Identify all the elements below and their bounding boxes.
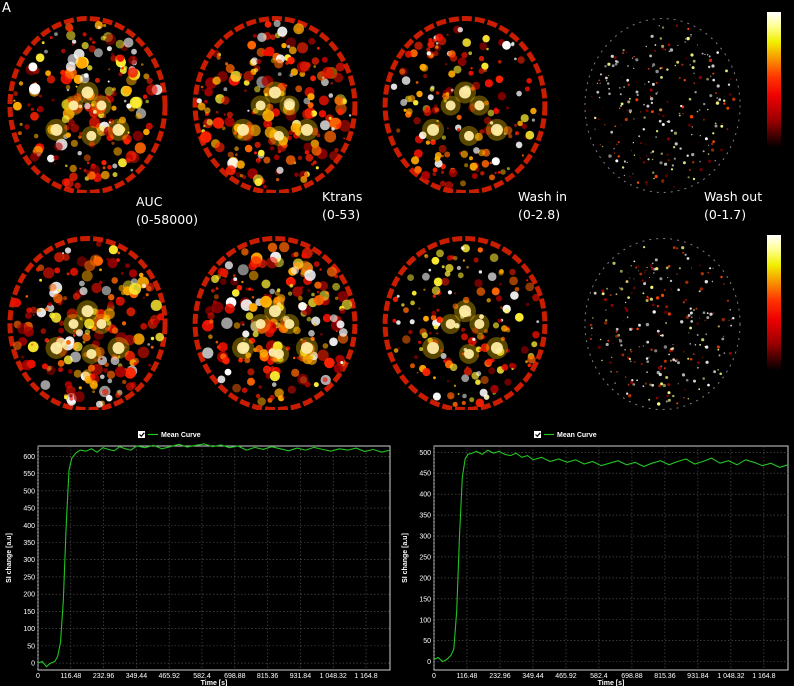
map-name: Ktrans <box>322 189 363 204</box>
x-tick-label: 1 164.8 <box>752 673 775 680</box>
y-tick-label: 150 <box>23 609 35 616</box>
y-tick-label: 50 <box>423 638 431 645</box>
perfusion-map-image <box>192 235 358 410</box>
x-tick-label: 0 <box>432 673 436 680</box>
map-label-ktrans: Ktrans (0-53) <box>322 188 362 224</box>
y-tick-label: 500 <box>23 488 35 495</box>
x-tick-label: 349.44 <box>126 673 148 680</box>
map-label-wash-out: Wash out (0-1.7) <box>704 188 762 224</box>
x-tick-label: 1 164.8 <box>354 673 377 680</box>
x-tick-label: 698.88 <box>621 673 643 680</box>
colorbar-top <box>767 12 781 148</box>
perfusion-map-image <box>192 16 358 193</box>
perfusion-map-image <box>7 16 168 193</box>
x-tick-label: 931.84 <box>290 673 312 680</box>
x-tick-label: 232.96 <box>489 673 511 680</box>
perfusion-map-image <box>382 235 548 410</box>
y-tick-label: 550 <box>23 471 35 478</box>
y-tick-label: 450 <box>23 506 35 513</box>
x-tick-label: 582.4 <box>193 673 211 680</box>
x-axis-title: Time [s] <box>201 680 228 686</box>
perfusion-map-image <box>7 235 168 410</box>
map-range: (0-58000) <box>136 212 198 227</box>
y-tick-label: 250 <box>23 574 35 581</box>
colorbar-bottom <box>767 235 781 371</box>
x-tick-label: 232.96 <box>93 673 115 680</box>
mean-curve-chart-left: Mean Curve 0 50 100 150 200 250 300 350 400 450 500… <box>6 431 391 686</box>
x-tick-label: 349.44 <box>522 673 544 680</box>
y-tick-label: 0 <box>427 659 431 666</box>
x-tick-label: 465.92 <box>555 673 577 680</box>
map-label-wash-in: Wash in (0-2.8) <box>518 188 567 224</box>
plot-frame <box>37 445 391 671</box>
y-tick-label: 200 <box>419 575 431 582</box>
y-tick-label: 600 <box>23 454 35 461</box>
x-tick-label: 0 <box>36 673 40 680</box>
y-tick-label: 0 <box>31 661 35 668</box>
map-range: (0-2.8) <box>518 207 561 222</box>
x-tick-label: 931.84 <box>687 673 709 680</box>
perfusion-map-image <box>382 16 548 193</box>
perfusion-map-image <box>584 237 741 410</box>
map-label-auc: AUC (0-58000) <box>136 193 198 229</box>
plot-frame <box>433 445 789 671</box>
legend-label: Mean Curve <box>557 432 597 439</box>
y-tick-label: 100 <box>419 617 431 624</box>
y-tick-label: 100 <box>23 626 35 633</box>
map-range: (0-53) <box>322 207 361 222</box>
y-tick-label: 50 <box>27 643 35 650</box>
y-tick-label: 150 <box>419 596 431 603</box>
x-tick-label: 815.36 <box>257 673 279 680</box>
y-tick-label: 300 <box>419 534 431 541</box>
x-tick-label: 815.36 <box>654 673 676 680</box>
y-axis-title: SI change [a.u] <box>6 533 13 583</box>
legend-label: Mean Curve <box>161 432 201 439</box>
y-tick-label: 350 <box>419 513 431 520</box>
x-tick-label: 582.4 <box>590 673 608 680</box>
y-tick-label: 400 <box>23 523 35 530</box>
x-tick-label: 116.48 <box>457 673 478 680</box>
x-tick-label: 1 048.32 <box>717 673 744 680</box>
y-tick-label: 500 <box>419 450 431 457</box>
y-tick-label: 300 <box>23 557 35 564</box>
y-tick-label: 450 <box>419 471 431 478</box>
perfusion-map-image <box>584 18 741 193</box>
y-tick-label: 400 <box>419 492 431 499</box>
map-name: Wash in <box>518 189 568 204</box>
y-tick-label: 250 <box>419 554 431 561</box>
mean-curve-chart-right: Mean Curve 0 50 100 150 200 250 300 350 400 450 500… <box>402 431 789 686</box>
x-axis-title: Time [s] <box>598 680 625 686</box>
map-range: (0-1.7) <box>704 207 747 222</box>
map-name: Wash out <box>704 189 763 204</box>
x-tick-label: 698.88 <box>224 673 246 680</box>
y-axis-title: SI change [a.u] <box>402 533 409 583</box>
y-tick-label: 200 <box>23 592 35 599</box>
mean-curve-line <box>37 443 391 668</box>
x-tick-label: 1 048.32 <box>320 673 347 680</box>
x-tick-label: 116.48 <box>60 673 81 680</box>
mean-curve-line <box>433 449 789 663</box>
x-tick-label: 465.92 <box>158 673 180 680</box>
y-tick-label: 350 <box>23 540 35 547</box>
map-name: AUC <box>136 194 163 209</box>
